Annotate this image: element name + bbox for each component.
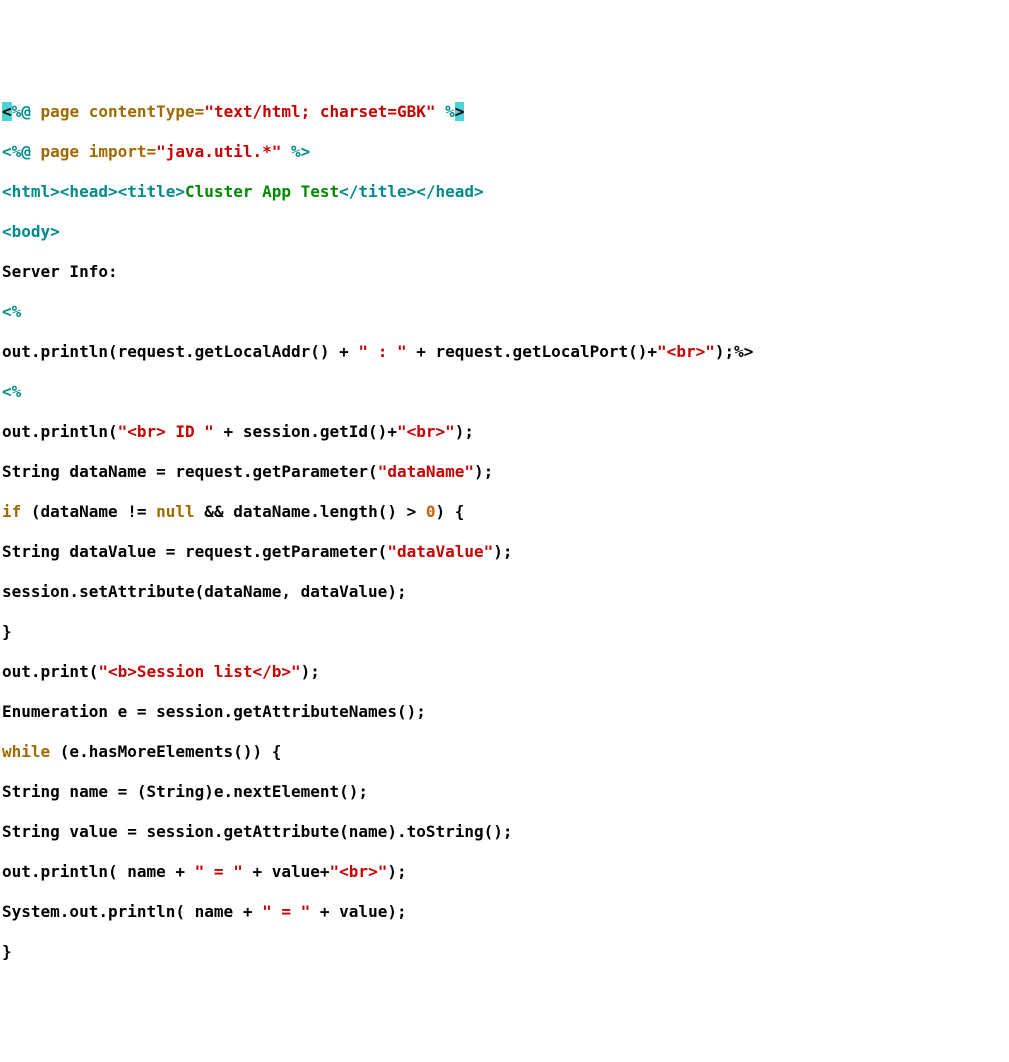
code-line: if (dataName != null && dataName.length(… [2, 502, 1007, 522]
code-line: String value = session.getAttribute(name… [2, 822, 1007, 842]
code-line: while (e.hasMoreElements()) { [2, 742, 1007, 762]
code-line: session.setAttribute(dataName, dataValue… [2, 582, 1007, 602]
code-line: System.out.println( name + " = " + value… [2, 902, 1007, 922]
code-line: } [2, 942, 1007, 962]
code-line: <html><head><title>Cluster App Test</tit… [2, 182, 1007, 202]
code-line: out.print("<b>Session list</b>"); [2, 662, 1007, 682]
code-line: out.println(request.getLocalAddr() + " :… [2, 342, 1007, 362]
code-line: String dataValue = request.getParameter(… [2, 542, 1007, 562]
code-line: <%@ page contentType="text/html; charset… [2, 102, 1007, 122]
code-line: Server Info: [2, 262, 1007, 282]
code-line: String dataName = request.getParameter("… [2, 462, 1007, 482]
code-line: } [2, 622, 1007, 642]
code-line: Enumeration e = session.getAttributeName… [2, 702, 1007, 722]
code-line: out.println("<br> ID " + session.getId()… [2, 422, 1007, 442]
code-line: out.println( name + " = " + value+"<br>"… [2, 862, 1007, 882]
code-line: <% [2, 302, 1007, 322]
cursor-highlight: < [2, 102, 12, 121]
code-line: <%@ page import="java.util.*" %> [2, 142, 1007, 162]
cursor-highlight: > [455, 102, 465, 121]
code-editor-viewport: <%@ page contentType="text/html; charset… [0, 80, 1009, 984]
code-line: <body> [2, 222, 1007, 242]
code-line: String name = (String)e.nextElement(); [2, 782, 1007, 802]
code-line: <% [2, 382, 1007, 402]
